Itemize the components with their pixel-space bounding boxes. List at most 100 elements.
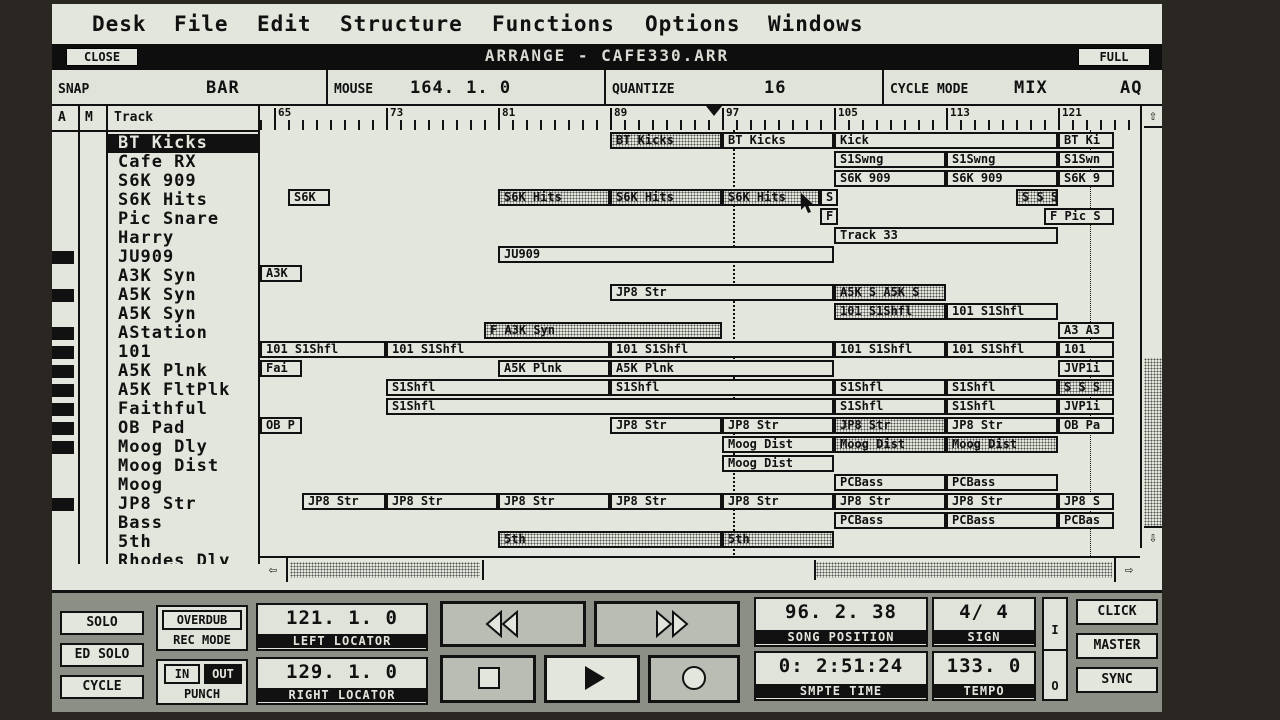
track-arm-marker[interactable] (52, 498, 74, 511)
right-locator-field[interactable]: 129. 1. 0 RIGHT LOCATOR (256, 657, 428, 705)
horizontal-scrollbar[interactable]: ⇦ ⇨ (260, 556, 1140, 584)
menu-edit[interactable]: Edit (257, 12, 312, 36)
punch-in-button[interactable]: IN (164, 664, 200, 684)
punch-out-button[interactable]: OUT (204, 664, 242, 684)
arrange-region[interactable]: 5th (722, 531, 834, 548)
stop-button[interactable] (440, 655, 536, 703)
track-name[interactable]: Faithful (108, 400, 258, 419)
menu-desk[interactable]: Desk (92, 12, 147, 36)
quantize-field[interactable]: QUANTIZE 16 (606, 70, 884, 104)
track-arm-marker[interactable] (52, 251, 74, 264)
arrange-region[interactable]: JP8 S (1058, 493, 1114, 510)
arrange-region[interactable]: S6K Hits (610, 189, 722, 206)
menu-windows[interactable]: Windows (768, 12, 864, 36)
arrange-region[interactable]: 101 S1Shfl (610, 341, 834, 358)
horizontal-scroll-track-left[interactable] (290, 562, 480, 578)
arrange-region[interactable]: BT Kicks (722, 132, 834, 149)
track-name[interactable]: A5K Syn (108, 286, 258, 305)
arrange-region[interactable]: JP8 Str (610, 493, 722, 510)
arrange-region[interactable]: Kick (834, 132, 1058, 149)
menu-structure[interactable]: Structure (340, 12, 463, 36)
arrange-region[interactable]: Fai (260, 360, 302, 377)
arrange-region[interactable]: JP8 Str (722, 417, 834, 434)
arrange-area[interactable]: BT Kicks BT Kicks Kick BT Ki S1Swng S1Swng S1S… (260, 130, 1140, 562)
track-name[interactable]: Moog Dist (108, 457, 258, 476)
overdub-button[interactable]: OVERDUB (162, 610, 242, 630)
arrange-region[interactable]: JP8 Str (834, 417, 946, 434)
track-name[interactable]: A5K FltPlk (108, 381, 258, 400)
track-arm-marker[interactable] (52, 422, 74, 435)
track-name[interactable]: Moog (108, 476, 258, 495)
tempo-field[interactable]: 133. 0 TEMPO (932, 651, 1036, 701)
menu-file[interactable]: File (174, 12, 229, 36)
arrange-region[interactable]: JU909 (498, 246, 834, 263)
arrange-region[interactable]: JP8 Str (946, 493, 1058, 510)
vertical-scroll-track[interactable] (1144, 358, 1162, 526)
arrange-region[interactable]: S1Swn (1058, 151, 1114, 168)
arrange-region[interactable]: JP8 Str (610, 284, 834, 301)
track-name[interactable]: JP8 Str (108, 495, 258, 514)
arm-mute-columns[interactable] (52, 132, 108, 564)
horizontal-scroll-thumb[interactable] (482, 560, 816, 580)
arrange-region[interactable]: 101 (1058, 341, 1114, 358)
arrange-region[interactable]: S6K (288, 189, 330, 206)
bar-ruler[interactable]: 65 73 81 89 97 105 113 121 (260, 106, 1132, 132)
fast-forward-button[interactable] (594, 601, 740, 647)
arrange-region[interactable]: Moog Dist (722, 455, 834, 472)
arrange-region[interactable]: BT Ki (1058, 132, 1114, 149)
menu-functions[interactable]: Functions (492, 12, 615, 36)
cycle-button[interactable]: CYCLE (60, 675, 144, 699)
arrange-region[interactable]: S (820, 189, 838, 206)
arrange-region[interactable]: PCBas (1058, 512, 1114, 529)
arrange-region[interactable]: S1Shfl (834, 398, 946, 415)
arrange-region[interactable]: F Pic S (1044, 208, 1114, 225)
arrange-region[interactable]: S S S (1016, 189, 1058, 206)
arrange-region[interactable]: 101 S1Shfl (386, 341, 610, 358)
arrange-region[interactable]: OB Pa (1058, 417, 1114, 434)
arrange-region[interactable]: S6K 909 (946, 170, 1058, 187)
scroll-down-icon[interactable]: ⇩ (1144, 526, 1162, 548)
arrange-region[interactable]: PCBass (946, 474, 1058, 491)
scroll-right-icon[interactable]: ⇨ (1114, 558, 1142, 582)
track-name[interactable]: S6K 909 (108, 172, 258, 191)
arrange-region[interactable]: 101 S1Shfl (834, 341, 946, 358)
arrange-region[interactable]: JVP1i (1058, 360, 1114, 377)
arrange-region[interactable]: JP8 Str (302, 493, 386, 510)
track-name[interactable]: A3K Syn (108, 267, 258, 286)
scroll-up-icon[interactable]: ⇧ (1144, 106, 1162, 128)
scroll-left-icon[interactable]: ⇦ (260, 558, 288, 582)
left-locator-field[interactable]: 121. 1. 0 LEFT LOCATOR (256, 603, 428, 651)
track-name[interactable]: Harry (108, 229, 258, 248)
arrange-region[interactable]: S1Shfl (834, 379, 946, 396)
full-button[interactable]: FULL (1078, 48, 1150, 66)
track-name[interactable]: JU909 (108, 248, 258, 267)
arrange-region[interactable]: 101 S1Shfl (834, 303, 946, 320)
arrange-region[interactable]: Track 33 (834, 227, 1058, 244)
record-button[interactable] (648, 655, 740, 703)
track-name[interactable]: Moog Dly (108, 438, 258, 457)
menu-options[interactable]: Options (645, 12, 741, 36)
sync-button[interactable]: SYNC (1076, 667, 1158, 693)
track-name[interactable]: 101 (108, 343, 258, 362)
arrange-region[interactable]: 101 S1Shfl (946, 303, 1058, 320)
track-name[interactable]: Cafe RX (108, 153, 258, 172)
arrange-region[interactable]: 5th (498, 531, 722, 548)
smpte-time-field[interactable]: 0: 2:51:24 SMPTE TIME (754, 651, 928, 701)
arrange-region[interactable]: OB P (260, 417, 302, 434)
arrange-region[interactable]: F (820, 208, 838, 225)
arrange-region[interactable]: A5K S A5K S (834, 284, 946, 301)
arrange-region[interactable]: S6K 9 (1058, 170, 1114, 187)
arrange-region[interactable]: S1Shfl (946, 398, 1058, 415)
vertical-scrollbar[interactable]: ⇧ ⇩ (1140, 106, 1162, 548)
song-position-field[interactable]: 96. 2. 38 SONG POSITION (754, 597, 928, 647)
track-arm-marker[interactable] (52, 327, 74, 340)
arrange-region[interactable]: JP8 Str (834, 493, 946, 510)
track-name[interactable]: S6K Hits (108, 191, 258, 210)
time-signature-field[interactable]: 4/ 4 SIGN (932, 597, 1036, 647)
track-name[interactable]: OB Pad (108, 419, 258, 438)
arrange-region[interactable]: S1Shfl (610, 379, 834, 396)
arrange-region[interactable]: S1Shfl (386, 398, 834, 415)
arrange-region[interactable]: JP8 Str (498, 493, 610, 510)
track-arm-marker[interactable] (52, 289, 74, 302)
track-name[interactable]: Pic Snare (108, 210, 258, 229)
